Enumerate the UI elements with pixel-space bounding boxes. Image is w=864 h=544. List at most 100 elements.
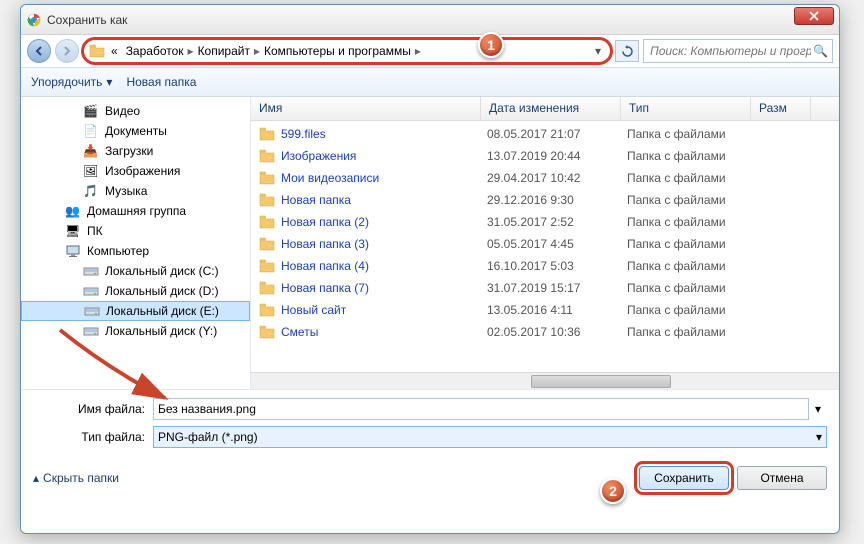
download-icon: 📥 [83, 144, 99, 158]
refresh-button[interactable] [615, 40, 639, 62]
file-row[interactable]: Сметы02.05.2017 10:36Папка с файлами [251, 321, 839, 343]
tree-node[interactable]: Компьютер [21, 241, 250, 261]
video-icon: 🎬 [83, 104, 99, 118]
annotation-arrow [50, 320, 180, 410]
file-row[interactable]: 599.files08.05.2017 21:07Папка с файлами [251, 123, 839, 145]
close-icon [809, 11, 819, 21]
homegroup-icon: 👥 [65, 204, 81, 218]
tree-label: Видео [105, 104, 140, 118]
tree-node[interactable]: Локальный диск (D:) [21, 281, 250, 301]
tree-label: Документы [105, 124, 167, 138]
file-date: 13.05.2016 4:11 [487, 303, 627, 317]
tree-label: Локальный диск (E:) [106, 304, 219, 318]
organize-button[interactable]: Упорядочить ▾ [31, 75, 112, 89]
arrow-left-icon [33, 45, 45, 57]
tree-node[interactable]: 👥 Домашняя группа [21, 201, 250, 221]
file-type: Папка с файлами [627, 127, 757, 141]
file-date: 31.07.2019 15:17 [487, 281, 627, 295]
tree-node[interactable]: 🖼Изображения [21, 161, 250, 181]
tree-node[interactable]: 🎵Музыка [21, 181, 250, 201]
breadcrumb-prefix: « [107, 44, 122, 58]
file-row[interactable]: Изображения13.07.2019 20:44Папка с файла… [251, 145, 839, 167]
tree-node[interactable]: 📄 Документы [21, 121, 250, 141]
refresh-icon [621, 45, 634, 58]
file-date: 16.10.2017 5:03 [487, 259, 627, 273]
tree-node[interactable]: Локальный диск (C:) [21, 261, 250, 281]
tree-label: Локальный диск (D:) [105, 284, 219, 298]
doc-icon: 📄 [83, 124, 99, 138]
file-name: 599.files [281, 127, 487, 141]
pc-icon: 🖥 [65, 224, 81, 238]
forward-button[interactable] [55, 39, 79, 63]
breadcrumb-item[interactable]: Заработок [122, 44, 188, 58]
filetype-label: Тип файла: [33, 430, 153, 444]
col-name[interactable]: Имя [251, 97, 481, 120]
file-row[interactable]: Новая папка (4)16.10.2017 5:03Папка с фа… [251, 255, 839, 277]
search-icon[interactable]: 🔍 [813, 44, 828, 58]
filename-dropdown[interactable]: ▾ [809, 402, 827, 416]
folder-icon [259, 215, 275, 229]
folder-icon [259, 303, 275, 317]
tree-node[interactable]: Локальный диск (E:) [21, 301, 250, 321]
file-type: Папка с файлами [627, 325, 757, 339]
tree-node[interactable]: 🖥 ПК [21, 221, 250, 241]
file-date: 05.05.2017 4:45 [487, 237, 627, 251]
file-name: Сметы [281, 325, 487, 339]
file-row[interactable]: Мои видеозаписи29.04.2017 10:42Папка с ф… [251, 167, 839, 189]
scrollbar-thumb[interactable] [531, 375, 671, 388]
file-row[interactable]: Новая папка29.12.2016 9:30Папка с файлам… [251, 189, 839, 211]
file-type: Папка с файлами [627, 215, 757, 229]
file-list[interactable]: 599.files08.05.2017 21:07Папка с файлами… [251, 121, 839, 372]
tree-label: ПК [87, 224, 103, 238]
breadcrumb-bar[interactable]: « Заработок▸ Копирайт▸ Компьютеры и прог… [83, 39, 611, 63]
file-row[interactable]: Новая папка (3)05.05.2017 4:45Папка с фа… [251, 233, 839, 255]
col-date[interactable]: Дата изменения [481, 97, 621, 120]
tree-node[interactable]: 📥Загрузки [21, 141, 250, 161]
save-button[interactable]: Сохранить [639, 466, 729, 490]
file-row[interactable]: Новая папка (2)31.05.2017 2:52Папка с фа… [251, 211, 839, 233]
folder-icon [259, 259, 275, 273]
tree-node[interactable]: 🎬 Видео [21, 101, 250, 121]
cancel-button[interactable]: Отмена [737, 466, 827, 490]
file-row[interactable]: Новая папка (7)31.07.2019 15:17Папка с ф… [251, 277, 839, 299]
breadcrumb-item[interactable]: Копирайт [194, 44, 254, 58]
tree-label: Локальный диск (C:) [105, 264, 219, 278]
file-name: Мои видеозаписи [281, 171, 487, 185]
folder-icon [259, 193, 275, 207]
close-button[interactable] [794, 7, 834, 25]
file-date: 08.05.2017 21:07 [487, 127, 627, 141]
breadcrumb-item[interactable]: Компьютеры и программы [260, 44, 415, 58]
tree-label: Изображения [105, 164, 180, 178]
breadcrumb-dropdown[interactable]: ▾ [589, 44, 607, 58]
new-folder-button[interactable]: Новая папка [126, 75, 196, 89]
file-name: Новая папка (3) [281, 237, 487, 251]
file-row[interactable]: Новый сайт13.05.2016 4:11Папка с файлами [251, 299, 839, 321]
titlebar[interactable]: Сохранить как [21, 5, 839, 35]
tree-label: Домашняя группа [87, 204, 186, 218]
disk-icon [83, 284, 99, 298]
file-type: Папка с файлами [627, 149, 757, 163]
hide-folders-link[interactable]: ▴ Скрыть папки [33, 471, 119, 485]
nav-row: « Заработок▸ Копирайт▸ Компьютеры и прог… [21, 35, 839, 67]
folder-icon [259, 325, 275, 339]
annotation-marker-1: 1 [478, 32, 504, 58]
filename-input[interactable] [153, 398, 809, 420]
file-date: 29.04.2017 10:42 [487, 171, 627, 185]
search-input[interactable] [648, 43, 813, 59]
file-list-panel: Имя Дата изменения Тип Разм 599.files08.… [251, 97, 839, 389]
file-date: 29.12.2016 9:30 [487, 193, 627, 207]
file-date: 02.05.2017 10:36 [487, 325, 627, 339]
chevron-down-icon: ▾ [816, 430, 822, 444]
disk-icon [83, 264, 99, 278]
chrome-icon [27, 13, 41, 27]
col-size[interactable]: Разм [751, 97, 811, 120]
file-name: Новый сайт [281, 303, 487, 317]
col-type[interactable]: Тип [621, 97, 751, 120]
back-button[interactable] [27, 39, 51, 63]
column-headers[interactable]: Имя Дата изменения Тип Разм [251, 97, 839, 121]
window-title: Сохранить как [47, 13, 127, 27]
horizontal-scrollbar[interactable] [251, 372, 839, 389]
search-field[interactable]: 🔍 [643, 39, 833, 63]
file-type: Папка с файлами [627, 193, 757, 207]
filetype-select[interactable]: PNG-файл (*.png) ▾ [153, 426, 827, 448]
